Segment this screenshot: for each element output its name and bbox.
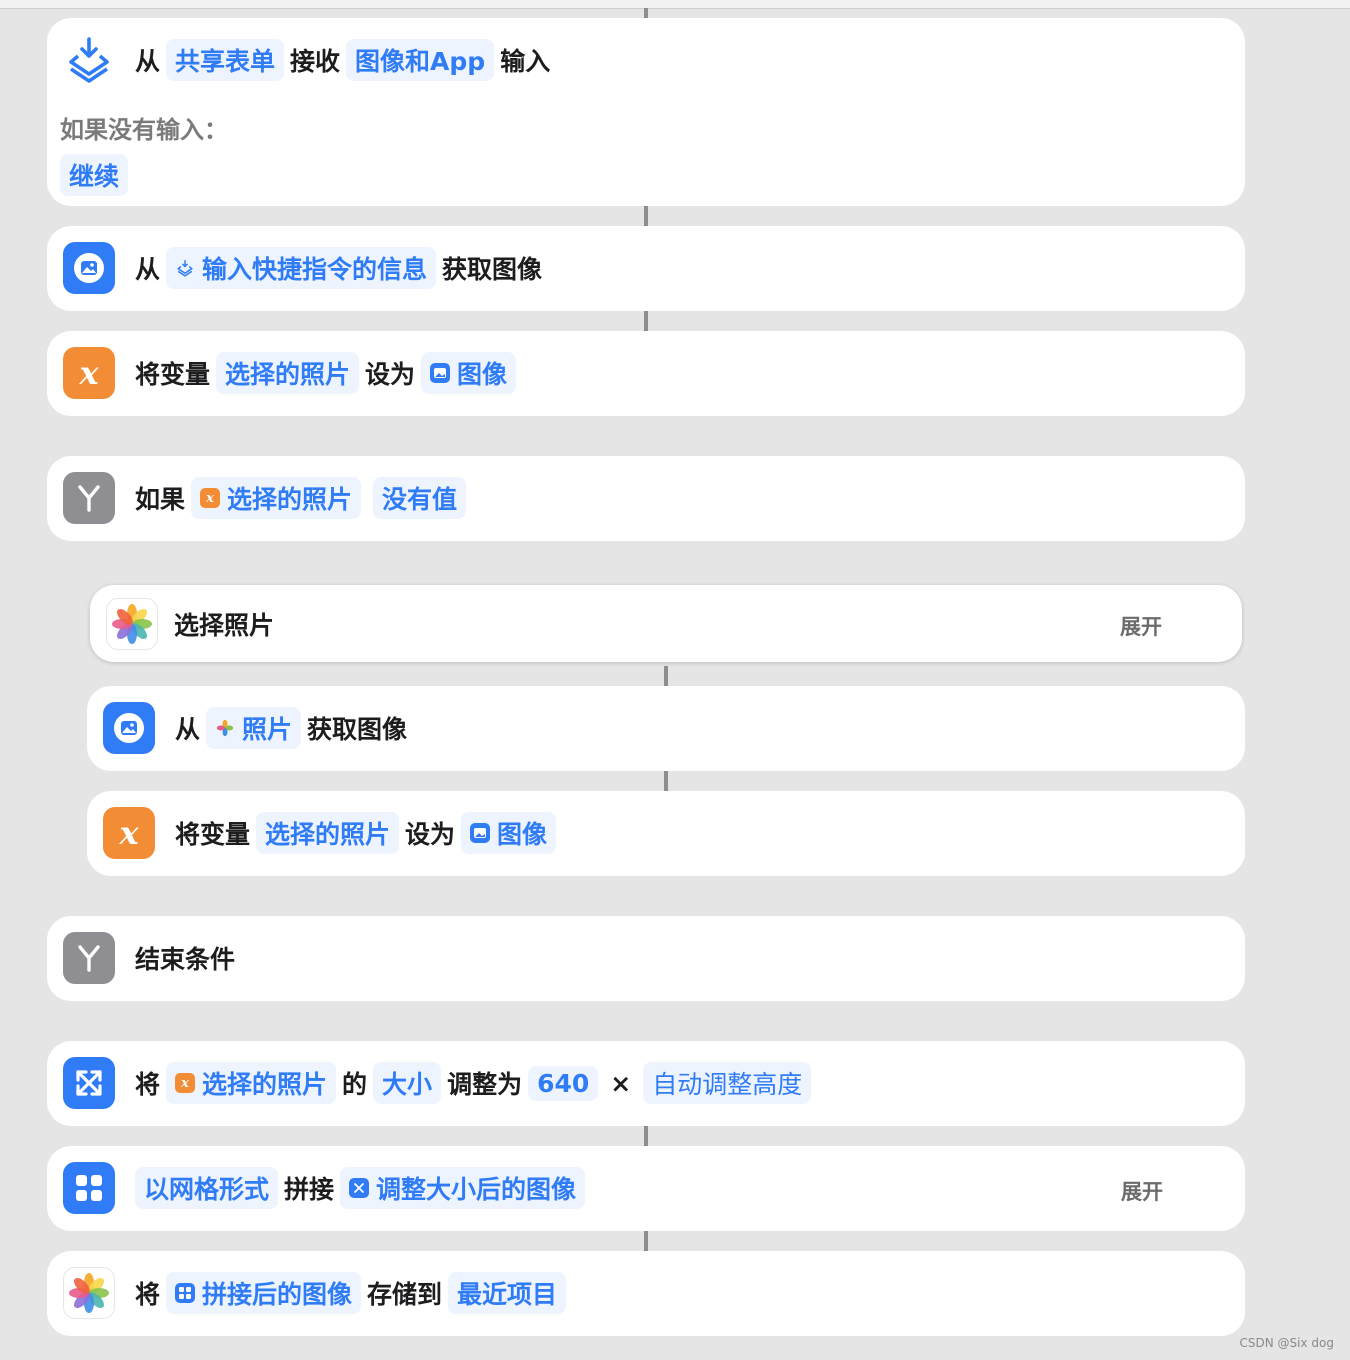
token-label: 照片	[242, 715, 293, 744]
token-label: 图像	[497, 820, 548, 849]
no-input-action-token[interactable]: 继续	[60, 154, 129, 196]
action-get-images-from-input[interactable]: 从 输入快捷指令的信息 获取图像	[47, 226, 1245, 311]
connector	[644, 1126, 648, 1146]
action-save-to-album[interactable]: 将 拼接后的图像 存储到 最近项目	[47, 1251, 1245, 1336]
action-combine-images[interactable]: 以网格形式 拼接 调整大小后的图像 展开	[47, 1146, 1245, 1231]
token-label: 选择的照片	[227, 485, 353, 514]
action-text: 将变量	[175, 820, 251, 849]
connector	[644, 311, 648, 331]
token-label: 选择的照片	[202, 1070, 328, 1099]
image-icon	[430, 363, 451, 383]
photos-app-icon	[63, 1267, 115, 1319]
share-sheet-token[interactable]: 共享表单	[166, 39, 285, 81]
branch-icon	[63, 932, 115, 984]
action-if[interactable]: 如果 x 选择的照片 没有值	[47, 456, 1245, 541]
action-resize-image[interactable]: 将 x 选择的照片 的 大小 调整为 640 × 自动调整高度	[47, 1041, 1245, 1126]
connector	[644, 1231, 648, 1251]
variable-name-token[interactable]: 选择的照片	[216, 352, 360, 394]
action-set-variable[interactable]: x 将变量 选择的照片 设为 图像	[47, 331, 1245, 416]
action-text: 调整为	[447, 1070, 523, 1099]
resize-icon	[63, 1057, 115, 1109]
album-token[interactable]: 最近项目	[448, 1272, 567, 1314]
action-text: 存储到	[367, 1280, 443, 1309]
resize-source-token[interactable]: x 选择的照片	[166, 1062, 337, 1104]
connector	[644, 8, 648, 18]
resize-mode-token[interactable]: 大小	[373, 1062, 442, 1104]
action-text: 获取图像	[442, 255, 543, 284]
action-text: 拼接	[284, 1175, 335, 1204]
variable-x-icon: x	[175, 1073, 196, 1093]
action-text: 设为	[365, 360, 416, 389]
action-select-photos[interactable]: 选择照片 展开	[90, 585, 1242, 662]
image-variable-token[interactable]: 图像	[421, 352, 517, 394]
no-input-label: 如果没有输入：	[60, 116, 228, 144]
condition-variable-token[interactable]: x 选择的照片	[191, 477, 362, 519]
expand-button[interactable]: 展开	[1120, 611, 1162, 641]
branch-icon	[63, 472, 115, 524]
action-text: 接收	[290, 47, 341, 76]
expand-button[interactable]: 展开	[1121, 1176, 1163, 1206]
token-label: 调整大小后的图像	[376, 1175, 577, 1204]
input-types-token[interactable]: 图像和App	[346, 39, 495, 81]
connector	[644, 206, 648, 226]
action-text: 如果	[135, 485, 186, 514]
variable-x-icon: x	[63, 347, 115, 399]
action-title: 选择照片	[174, 611, 275, 640]
action-text: 将	[135, 1070, 161, 1099]
variable-name-token[interactable]: 选择的照片	[256, 812, 400, 854]
share-sheet-icon	[63, 34, 115, 86]
action-text: 从	[135, 255, 161, 284]
token-label: 输入快捷指令的信息	[202, 255, 428, 284]
photos-app-icon	[215, 718, 235, 738]
combine-mode-token[interactable]: 以网格形式	[135, 1167, 279, 1209]
action-text: 从	[135, 47, 161, 76]
action-get-images-from-photos[interactable]: 从 照片 获取图像	[87, 686, 1245, 771]
combined-image-token[interactable]: 拼接后的图像	[166, 1272, 362, 1314]
image-icon	[103, 702, 155, 754]
photos-token[interactable]: 照片	[206, 707, 302, 749]
image-variable-token[interactable]: 图像	[461, 812, 557, 854]
photos-app-icon	[106, 598, 158, 650]
connector	[664, 666, 668, 686]
action-receive-input[interactable]: 从 共享表单 接收 图像和App 输入 如果没有输入： 继续	[47, 18, 1245, 206]
window-top-edge	[0, 0, 1350, 9]
action-title: 结束条件	[135, 945, 236, 974]
variable-x-icon: x	[103, 807, 155, 859]
action-text: 输入	[500, 47, 551, 76]
watermark: CSDN @Six dog	[1239, 1336, 1334, 1350]
action-set-variable[interactable]: x 将变量 选择的照片 设为 图像	[87, 791, 1245, 876]
action-text: 将变量	[135, 360, 211, 389]
variable-x-icon: x	[200, 488, 221, 508]
image-icon	[63, 242, 115, 294]
image-icon	[470, 823, 491, 843]
action-text: 的	[342, 1070, 368, 1099]
times-sign: ×	[610, 1068, 632, 1098]
action-end-if[interactable]: 结束条件	[47, 916, 1245, 1001]
token-label: 拼接后的图像	[202, 1280, 353, 1309]
shortcut-input-token[interactable]: 输入快捷指令的信息	[166, 247, 437, 289]
resize-icon	[349, 1178, 370, 1198]
action-text: 获取图像	[307, 715, 408, 744]
condition-operator-token[interactable]: 没有值	[373, 477, 467, 519]
token-label: 图像	[457, 360, 508, 389]
action-text: 设为	[405, 820, 456, 849]
resized-images-token[interactable]: 调整大小后的图像	[340, 1167, 586, 1209]
grid-icon	[63, 1162, 115, 1214]
height-token[interactable]: 自动调整高度	[643, 1062, 812, 1104]
action-text: 从	[175, 715, 201, 744]
share-sheet-icon	[175, 258, 195, 278]
width-token[interactable]: 640	[528, 1065, 599, 1101]
action-text: 将	[135, 1280, 161, 1309]
connector	[664, 771, 668, 791]
grid-icon	[175, 1283, 196, 1303]
